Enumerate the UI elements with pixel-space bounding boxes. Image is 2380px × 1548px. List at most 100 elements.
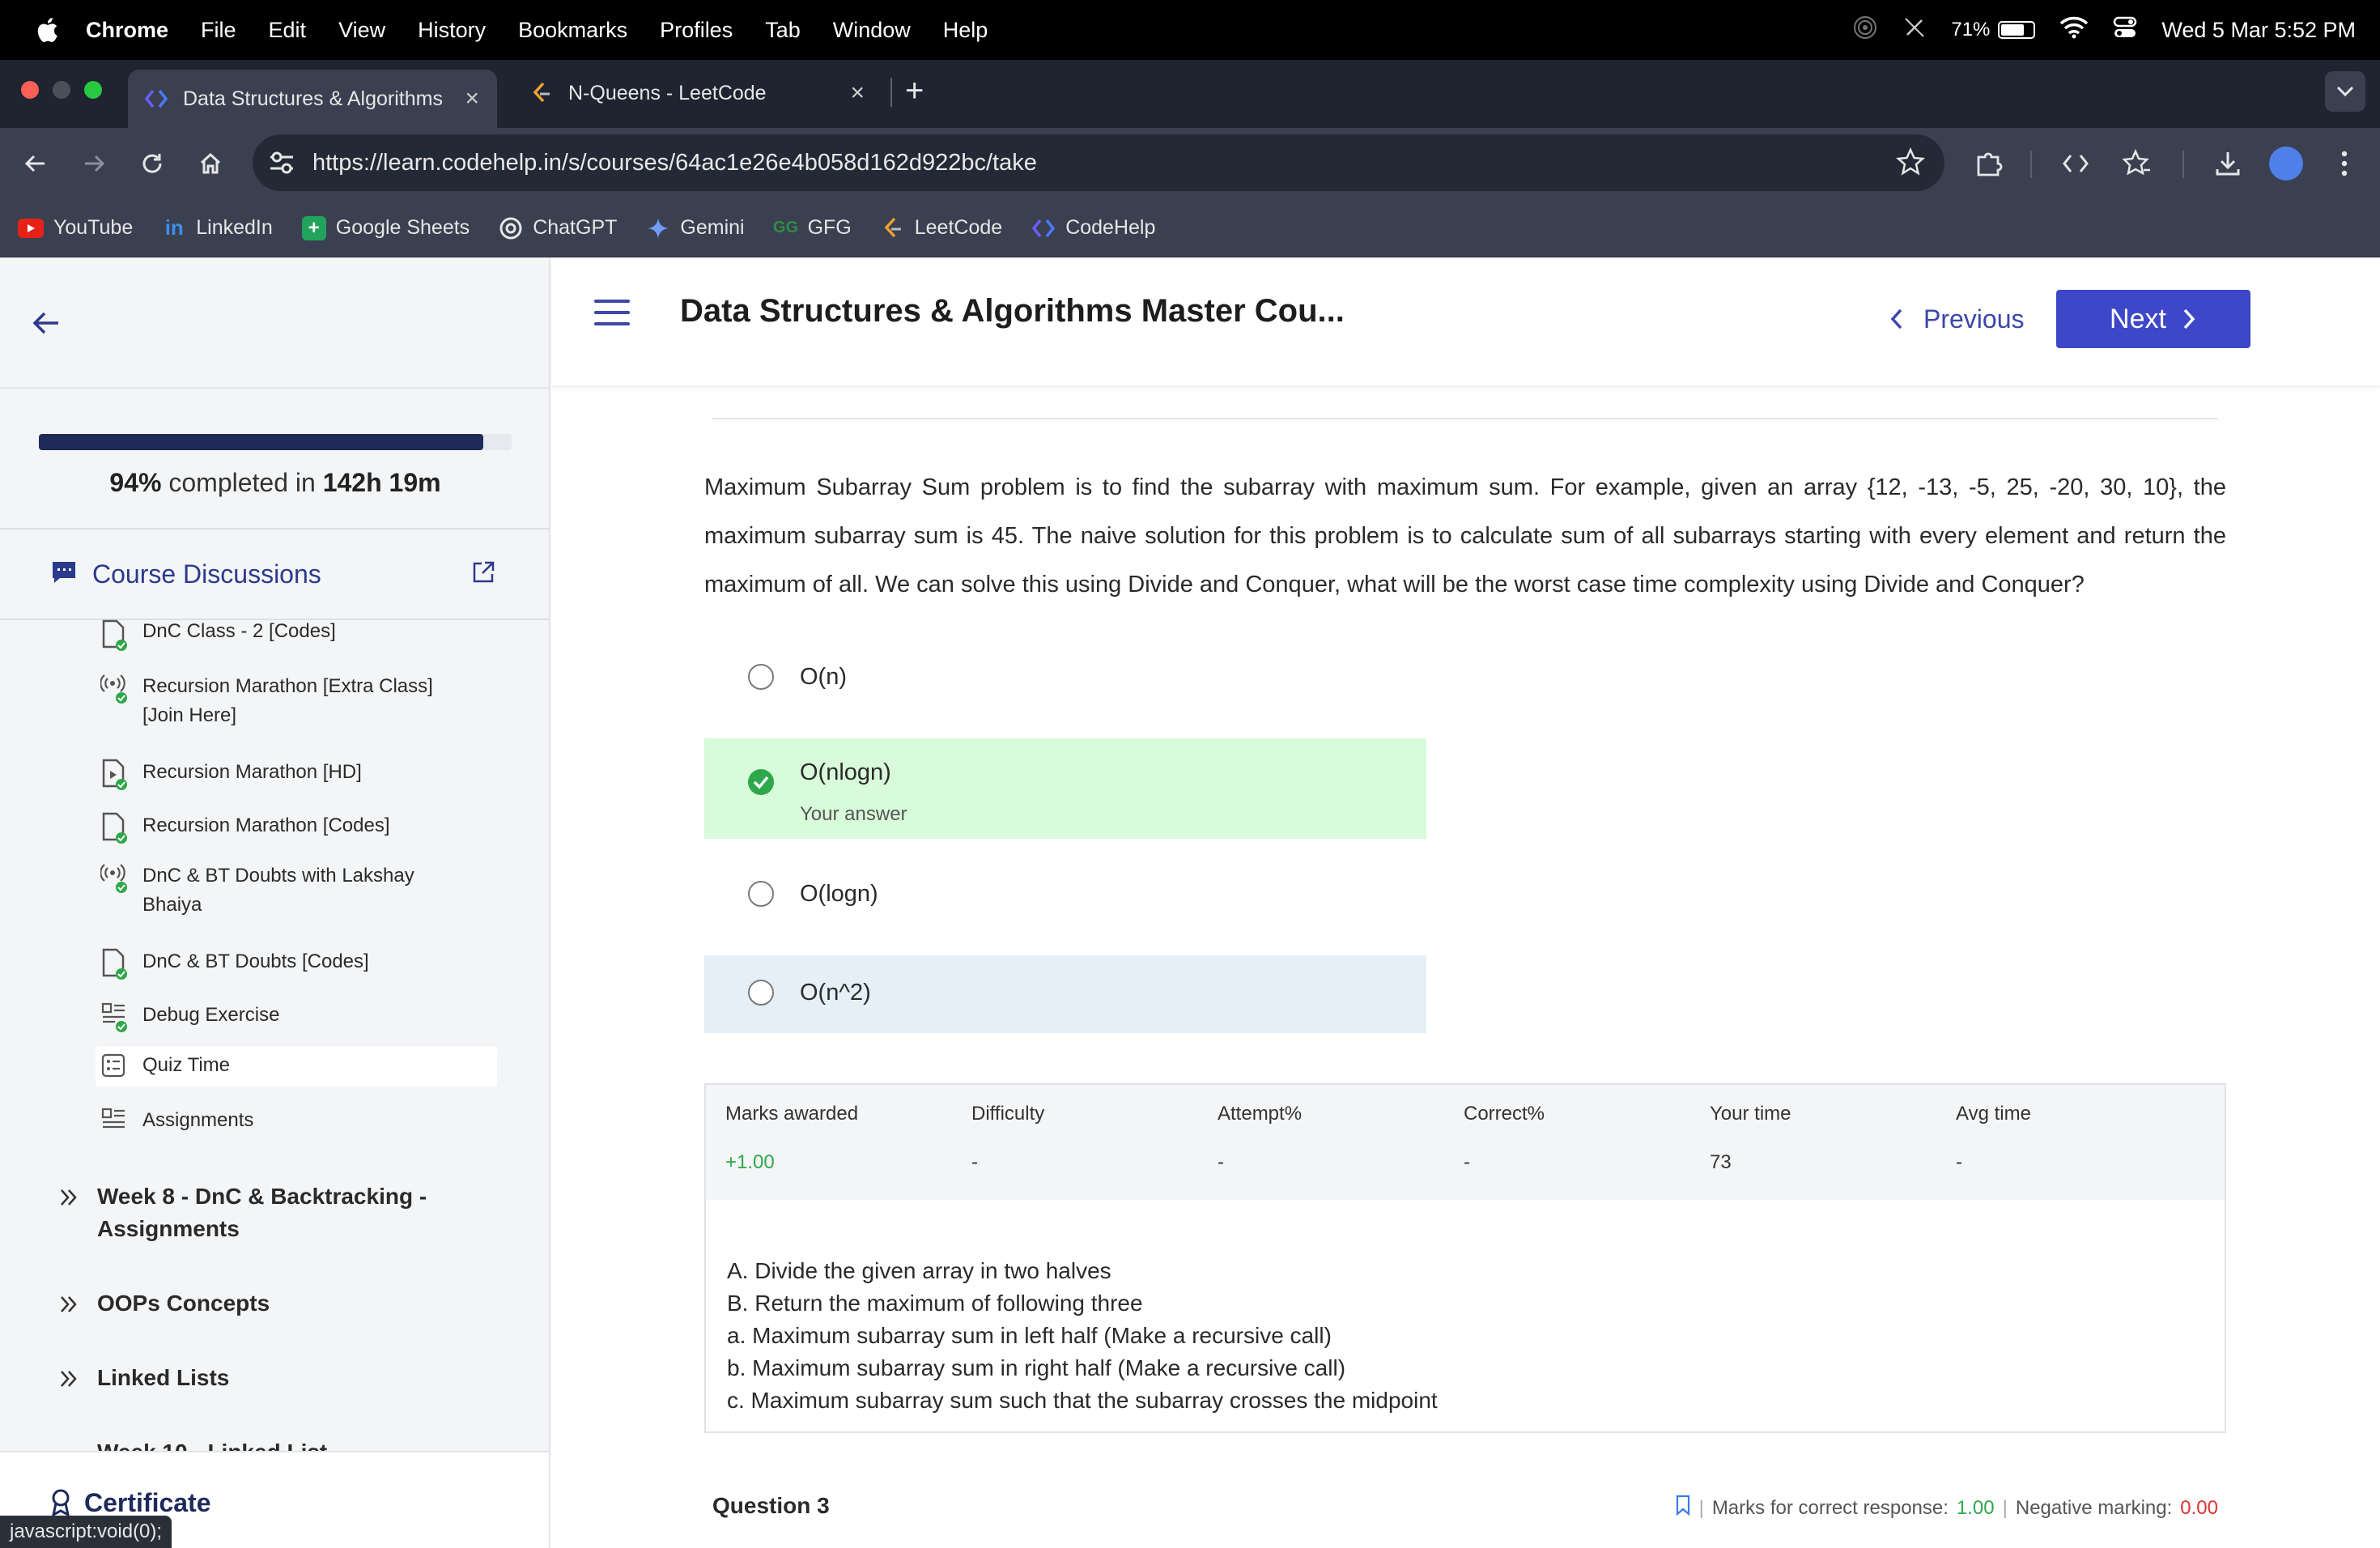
progress-bar [39,434,512,450]
tab-data-structures[interactable]: Data Structures & Algorithms × [128,70,497,128]
explanation-line: a. Maximum subarray sum in left half (Ma… [727,1323,1332,1348]
live-broadcast-icon [100,861,128,894]
menu-profiles[interactable]: Profiles [660,18,733,43]
lesson-item[interactable]: Debug Exercise [96,1001,500,1033]
page-content: 94% completed in 142h 19m Course Discuss… [0,257,2380,1548]
menu-bookmarks[interactable]: Bookmarks [518,18,627,43]
minimize-window-button[interactable] [53,81,70,99]
favorites-button[interactable] [2118,144,2157,183]
bookmark-linkedin[interactable]: in LinkedIn [162,215,273,240]
stat-avg-time: - [1956,1151,1962,1173]
lesson-label: Assignments [142,1109,254,1131]
marks-correct-value: 1.00 [1956,1496,1995,1519]
forward-button[interactable] [74,144,113,183]
lesson-item[interactable]: DnC & BT Doubts [Codes] [96,947,500,980]
back-to-course-button[interactable] [29,306,63,340]
menu-window[interactable]: Window [833,18,911,43]
bookmark-icon[interactable] [1675,1495,1691,1521]
clock-datetime[interactable]: Wed 5 Mar 5:52 PM [2161,18,2356,43]
menu-tab[interactable]: Tab [765,18,801,43]
tab-search-button[interactable] [2325,71,2365,112]
hamburger-menu-icon[interactable] [594,300,630,332]
home-button[interactable] [191,144,230,183]
answer-option[interactable]: O(n^2) [704,955,1426,1033]
download-icon [2216,152,2240,176]
menu-edit[interactable]: Edit [269,18,307,43]
profile-avatar-button[interactable] [2267,144,2306,183]
stat-header: Difficulty [971,1103,1045,1125]
radio-button[interactable] [748,664,774,690]
menu-view[interactable]: View [338,18,385,43]
radio-button[interactable] [748,980,774,1006]
lesson-item[interactable]: DnC Class - 2 [Codes] [96,619,500,653]
bookmark-codehelp[interactable]: CodeHelp [1031,216,1155,240]
answer-option[interactable]: O(n) [704,649,1426,704]
bookmark-label: ChatGPT [533,216,618,239]
pen-off-icon[interactable] [1902,15,1927,45]
video-icon [100,758,128,790]
devtools-button[interactable] [2056,144,2095,183]
previous-button[interactable]: Previous [1888,290,2025,348]
lesson-item-selected[interactable]: Quiz Time [96,1046,497,1087]
close-window-button[interactable] [21,81,39,99]
bookmark-label: LinkedIn [196,216,273,239]
discussions-label: Course Discussions [92,559,321,589]
chatgpt-icon [499,216,523,240]
tab-n-queens[interactable]: N-Queens - LeetCode × [513,70,882,117]
wifi-icon[interactable] [2059,16,2089,45]
radio-button[interactable] [748,881,774,907]
progress-time: 142h 19m [322,468,441,497]
lesson-label: DnC Class - 2 [Codes] [142,620,336,642]
bookmark-google-sheets[interactable]: + Google Sheets [301,215,470,240]
answer-option[interactable]: O(logn) [704,866,1426,921]
week-label: Week 8 - DnC & Backtracking - Assignment… [97,1184,427,1241]
lesson-item[interactable]: Recursion Marathon [HD] [96,758,500,790]
course-discussions-link[interactable]: Course Discussions [0,529,549,620]
live-broadcast-icon [100,672,128,704]
back-button[interactable] [16,144,55,183]
menu-file[interactable]: File [201,18,236,43]
macos-menubar: Chrome File Edit View History Bookmarks … [0,0,2380,60]
site-settings-icon[interactable] [267,149,296,181]
tab-close-icon[interactable]: × [850,79,865,107]
tab-close-icon[interactable]: × [465,85,479,113]
apple-logo-icon[interactable] [32,15,62,45]
code-brackets-icon [2063,155,2089,172]
menu-history[interactable]: History [418,18,486,43]
extensions-button[interactable] [1969,144,2008,183]
external-link-icon[interactable] [471,560,495,589]
downloads-button[interactable] [2208,144,2247,183]
battery-status[interactable]: 71% [1951,19,2036,41]
new-tab-button[interactable]: + [905,73,924,109]
lesson-item[interactable]: Recursion Marathon [Extra Class] [Join H… [96,672,500,730]
battery-icon [1998,21,2036,39]
bookmark-gfg[interactable]: GG GFG [773,216,852,240]
next-button[interactable]: Next [2056,290,2250,348]
menu-help[interactable]: Help [943,18,988,43]
zoom-window-button[interactable] [84,81,102,99]
lesson-item[interactable]: DnC & BT Doubts with Lakshay Bhaiya [96,861,500,920]
menu-app-name[interactable]: Chrome [86,18,168,43]
bookmark-chatgpt[interactable]: ChatGPT [499,216,617,240]
sidebar-header [0,257,549,389]
course-sidebar: 94% completed in 142h 19m Course Discuss… [0,257,550,1548]
bookmark-label: CodeHelp [1065,216,1156,239]
explanation-line: A. Divide the given array in two halves [727,1258,1111,1283]
lesson-item[interactable]: Assignments [96,1106,500,1138]
bookmark-gemini[interactable]: Gemini [646,216,745,240]
lesson-label: Quiz Time [142,1054,231,1076]
negative-marking-value: 0.00 [2180,1496,2218,1519]
bookmark-youtube[interactable]: YouTube [18,216,133,240]
stat-marks-awarded: +1.00 [725,1151,775,1173]
control-center-icon[interactable] [2113,15,2137,45]
exercise-icon [100,1106,128,1138]
answer-option-selected-correct[interactable]: O(nlogn) Your answer [704,738,1426,839]
address-bar[interactable]: https://learn.codehelp.in/s/courses/64ac… [253,134,1944,191]
airdrop-status-icon[interactable] [1852,15,1878,46]
bookmark-leetcode[interactable]: LeetCode [881,216,1002,240]
chrome-menu-button[interactable] [2325,144,2364,183]
reload-button[interactable] [133,144,172,183]
linkedin-icon: in [164,215,184,240]
lesson-item[interactable]: Recursion Marathon [Codes] [96,811,500,844]
bookmark-star-icon[interactable] [1895,147,1926,181]
